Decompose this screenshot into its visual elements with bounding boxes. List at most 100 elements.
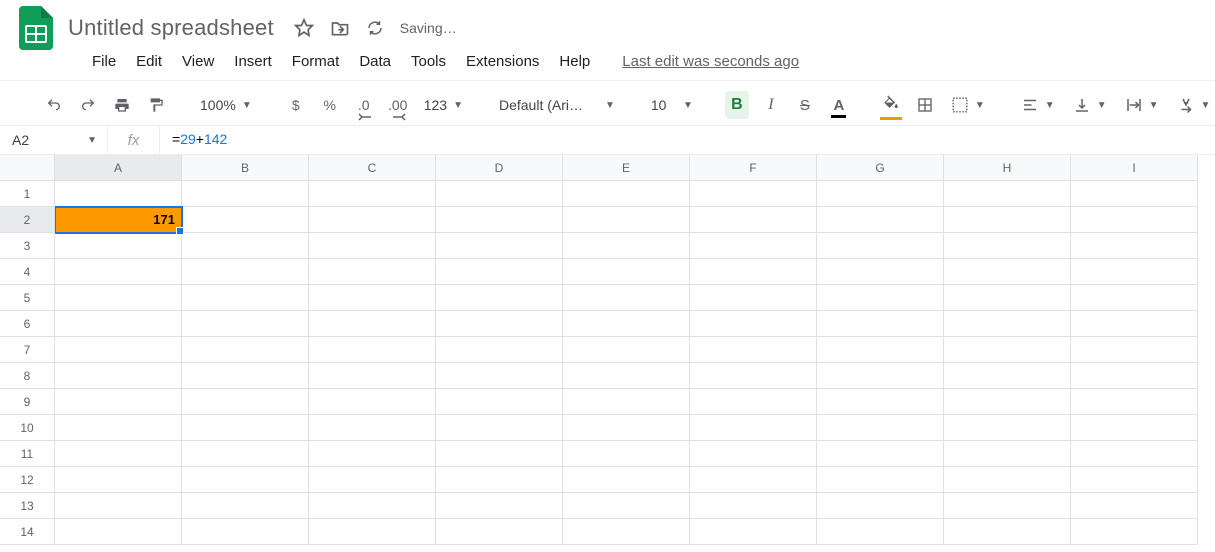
cell-H2[interactable] [944, 207, 1071, 233]
cell-G13[interactable] [817, 493, 944, 519]
cell-C14[interactable] [309, 519, 436, 545]
cell-B12[interactable] [182, 467, 309, 493]
cell-I5[interactable] [1071, 285, 1198, 311]
cell-B9[interactable] [182, 389, 309, 415]
print-icon[interactable] [110, 91, 134, 119]
cell-D3[interactable] [436, 233, 563, 259]
cell-I2[interactable] [1071, 207, 1198, 233]
cell-H9[interactable] [944, 389, 1071, 415]
cell-D10[interactable] [436, 415, 563, 441]
cell-G1[interactable] [817, 181, 944, 207]
cell-B13[interactable] [182, 493, 309, 519]
cell-A7[interactable] [55, 337, 182, 363]
cell-F12[interactable] [690, 467, 817, 493]
cell-I8[interactable] [1071, 363, 1198, 389]
menu-file[interactable]: File [92, 53, 116, 70]
menu-help[interactable]: Help [559, 53, 590, 70]
increase-decimal-button[interactable]: .00 [386, 91, 410, 119]
cell-C7[interactable] [309, 337, 436, 363]
cell-B10[interactable] [182, 415, 309, 441]
cell-B8[interactable] [182, 363, 309, 389]
cell-B7[interactable] [182, 337, 309, 363]
menu-data[interactable]: Data [359, 53, 391, 70]
row-header-12[interactable]: 12 [0, 467, 55, 493]
cell-H8[interactable] [944, 363, 1071, 389]
cell-E4[interactable] [563, 259, 690, 285]
cell-F10[interactable] [690, 415, 817, 441]
cell-I11[interactable] [1071, 441, 1198, 467]
cell-G12[interactable] [817, 467, 944, 493]
cell-C5[interactable] [309, 285, 436, 311]
cell-D11[interactable] [436, 441, 563, 467]
cell-H11[interactable] [944, 441, 1071, 467]
strikethrough-button[interactable]: S [793, 91, 817, 119]
row-header-13[interactable]: 13 [0, 493, 55, 519]
cell-G5[interactable] [817, 285, 944, 311]
cell-I10[interactable] [1071, 415, 1198, 441]
number-format-dropdown[interactable]: 123 ▼ [420, 91, 467, 119]
cell-E5[interactable] [563, 285, 690, 311]
row-header-9[interactable]: 9 [0, 389, 55, 415]
decrease-decimal-button[interactable]: .0 [352, 91, 376, 119]
col-header-H[interactable]: H [944, 155, 1071, 181]
cell-D5[interactable] [436, 285, 563, 311]
cell-F11[interactable] [690, 441, 817, 467]
cell-G8[interactable] [817, 363, 944, 389]
cell-I4[interactable] [1071, 259, 1198, 285]
cell-A13[interactable] [55, 493, 182, 519]
cell-B5[interactable] [182, 285, 309, 311]
cell-C4[interactable] [309, 259, 436, 285]
cell-B11[interactable] [182, 441, 309, 467]
cell-H10[interactable] [944, 415, 1071, 441]
cell-C3[interactable] [309, 233, 436, 259]
cell-E10[interactable] [563, 415, 690, 441]
cell-C9[interactable] [309, 389, 436, 415]
formula-bar[interactable]: =29+142 [160, 131, 1215, 149]
row-header-7[interactable]: 7 [0, 337, 55, 363]
bold-button[interactable]: B [725, 91, 749, 119]
row-header-14[interactable]: 14 [0, 519, 55, 545]
borders-button[interactable] [913, 91, 937, 119]
col-header-E[interactable]: E [563, 155, 690, 181]
cell-G4[interactable] [817, 259, 944, 285]
cell-H5[interactable] [944, 285, 1071, 311]
cell-B6[interactable] [182, 311, 309, 337]
cell-A6[interactable] [55, 311, 182, 337]
cell-G9[interactable] [817, 389, 944, 415]
cell-E12[interactable] [563, 467, 690, 493]
col-header-B[interactable]: B [182, 155, 309, 181]
cell-A2[interactable]: 171 [55, 207, 182, 233]
row-header-8[interactable]: 8 [0, 363, 55, 389]
cell-D4[interactable] [436, 259, 563, 285]
italic-button[interactable]: I [759, 91, 783, 119]
row-header-10[interactable]: 10 [0, 415, 55, 441]
cell-H6[interactable] [944, 311, 1071, 337]
cell-D6[interactable] [436, 311, 563, 337]
col-header-I[interactable]: I [1071, 155, 1198, 181]
row-header-6[interactable]: 6 [0, 311, 55, 337]
cell-F9[interactable] [690, 389, 817, 415]
cell-F14[interactable] [690, 519, 817, 545]
cell-D12[interactable] [436, 467, 563, 493]
cell-F1[interactable] [690, 181, 817, 207]
menu-format[interactable]: Format [292, 53, 340, 70]
cell-G7[interactable] [817, 337, 944, 363]
col-header-G[interactable]: G [817, 155, 944, 181]
text-color-button[interactable]: A [827, 91, 851, 119]
font-dropdown[interactable]: Default (Ari… ▼ [495, 91, 619, 119]
cell-C10[interactable] [309, 415, 436, 441]
select-all-corner[interactable] [0, 155, 55, 181]
cell-E3[interactable] [563, 233, 690, 259]
menu-extensions[interactable]: Extensions [466, 53, 539, 70]
last-edit-link[interactable]: Last edit was seconds ago [622, 53, 799, 70]
cell-A12[interactable] [55, 467, 182, 493]
cell-H12[interactable] [944, 467, 1071, 493]
cell-H1[interactable] [944, 181, 1071, 207]
menu-view[interactable]: View [182, 53, 214, 70]
sheets-logo[interactable] [16, 8, 56, 48]
cell-E2[interactable] [563, 207, 690, 233]
percent-button[interactable]: % [318, 91, 342, 119]
cell-G3[interactable] [817, 233, 944, 259]
cell-A8[interactable] [55, 363, 182, 389]
text-wrap-dropdown[interactable]: ▼ [1121, 91, 1163, 119]
